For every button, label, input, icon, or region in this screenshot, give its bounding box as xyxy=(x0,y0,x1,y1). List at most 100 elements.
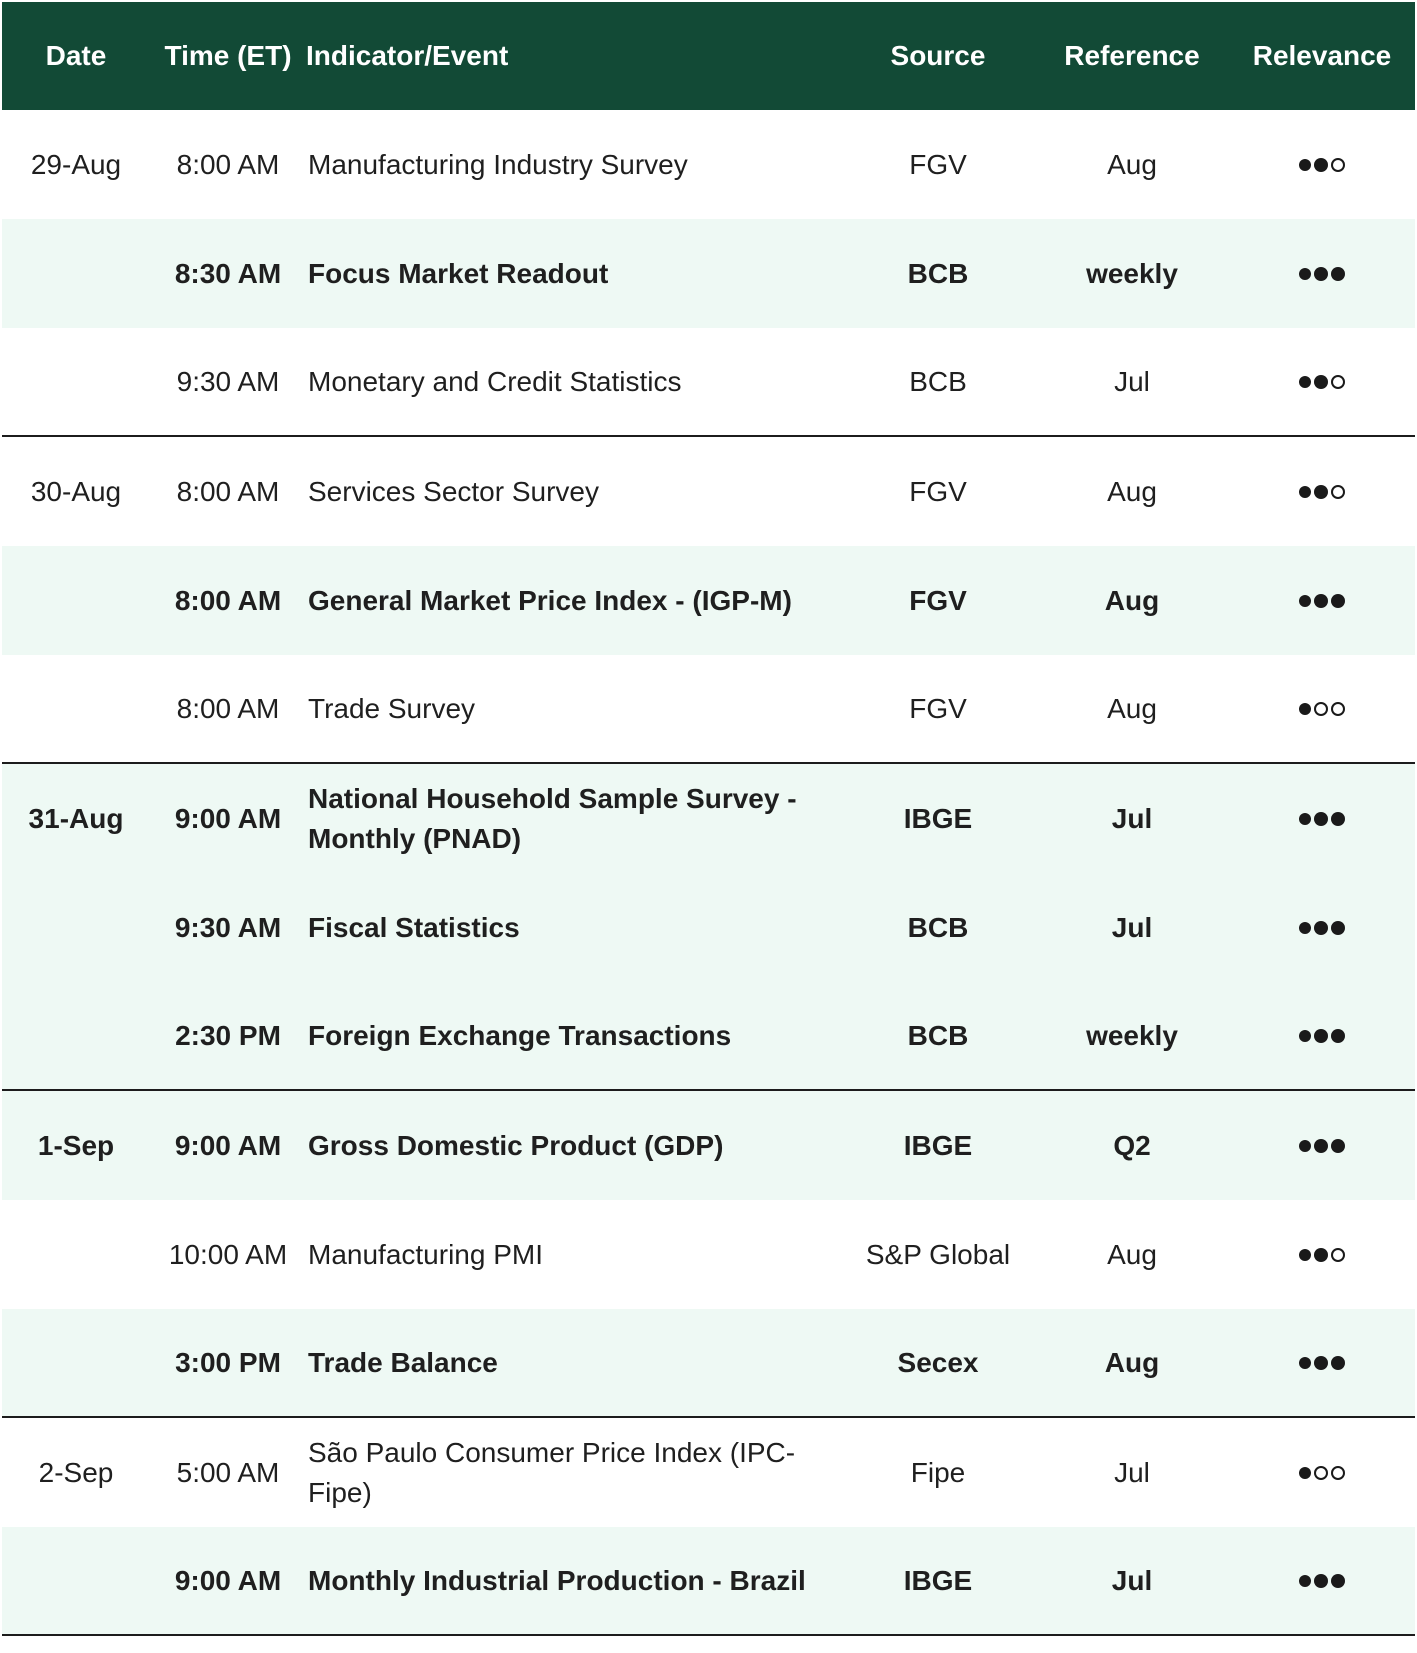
row-time-text: 9:30 AM xyxy=(174,911,282,943)
relevance-dot-empty-icon xyxy=(1331,374,1345,389)
row-event: Foreign Exchange Transactions xyxy=(306,982,841,1089)
row-date xyxy=(2,328,150,435)
row-time-text: 9:00 AM xyxy=(174,1564,282,1596)
row-time: 8:00 AM xyxy=(150,437,306,546)
row-source: Fipe xyxy=(841,1418,1035,1527)
table-row: 2:30 PM Foreign Exchange Transactions BCB w… xyxy=(2,982,1415,1091)
row-time-text: 3:00 PM xyxy=(175,1346,281,1378)
row-date-text: 1-Sep xyxy=(37,1129,115,1161)
row-event: Focus Market Readout xyxy=(306,219,841,328)
row-source-text: IBGE xyxy=(903,1129,973,1161)
row-source-text: BCB xyxy=(909,365,967,397)
row-date xyxy=(2,546,150,655)
row-event: Gross Domestic Product (GDP) xyxy=(306,1091,841,1200)
relevance-dot-filled-icon xyxy=(1299,594,1311,607)
row-source-text: S&P Global xyxy=(865,1238,1011,1270)
row-event: Monetary and Credit Statistics xyxy=(306,328,841,435)
relevance-dot-filled-icon xyxy=(1331,266,1345,281)
relevance-rating xyxy=(1229,982,1415,1089)
relevance-dot-filled-icon xyxy=(1299,812,1311,825)
table-row: 30-Aug 8:00 AM Services Sector Survey FGV Au… xyxy=(2,437,1415,546)
row-reference-text: weekly xyxy=(1086,1019,1178,1051)
row-event: Trade Balance xyxy=(306,1309,841,1416)
row-event: Services Sector Survey xyxy=(306,437,841,546)
economic-calendar-table: Date Time (ET) Indicator/Event Source Re… xyxy=(2,2,1415,1636)
row-reference: Jul xyxy=(1035,764,1229,873)
row-date: 31-Aug xyxy=(2,764,150,873)
row-source: FGV xyxy=(841,655,1035,762)
row-time: 8:30 AM xyxy=(150,219,306,328)
row-time: 9:00 AM xyxy=(150,1527,306,1634)
row-reference-text: Aug xyxy=(1107,692,1157,724)
row-event: São Paulo Consumer Price Index (IPC-Fipe… xyxy=(306,1418,841,1527)
row-date xyxy=(2,655,150,762)
table-header: Date Time (ET) Indicator/Event Source Re… xyxy=(2,2,1415,110)
row-source: FGV xyxy=(841,437,1035,546)
row-reference: Q2 xyxy=(1035,1091,1229,1200)
row-time-text: 9:00 AM xyxy=(174,1129,282,1161)
relevance-dot-filled-icon xyxy=(1299,1574,1311,1587)
relevance-dot-filled-icon xyxy=(1299,1029,1311,1042)
row-date: 29-Aug xyxy=(2,110,150,219)
row-time-text: 8:00 AM xyxy=(176,692,280,724)
row-time: 8:00 AM xyxy=(150,655,306,762)
row-time: 9:00 AM xyxy=(150,764,306,873)
row-source: Secex xyxy=(841,1309,1035,1416)
row-reference: Jul xyxy=(1035,1418,1229,1527)
row-event: Manufacturing Industry Survey xyxy=(306,110,841,219)
row-reference-text: Jul xyxy=(1114,365,1150,397)
relevance-dot-empty-icon xyxy=(1331,1247,1345,1262)
relevance-dot-filled-icon xyxy=(1299,1248,1311,1261)
row-time: 8:00 AM xyxy=(150,110,306,219)
row-reference-text: weekly xyxy=(1086,257,1178,289)
row-time-text: 2:30 PM xyxy=(175,1019,281,1051)
table-row: 8:00 AM General Market Price Index - (IGP… xyxy=(2,546,1415,655)
row-time: 9:00 AM xyxy=(150,1091,306,1200)
relevance-rating xyxy=(1229,328,1415,435)
row-time: 5:00 AM xyxy=(150,1418,306,1527)
row-reference-text: Aug xyxy=(1104,1346,1160,1378)
relevance-dot-filled-icon xyxy=(1299,375,1311,388)
relevance-rating xyxy=(1229,873,1415,982)
relevance-dot-filled-icon xyxy=(1314,1028,1328,1043)
header-date: Date xyxy=(45,40,107,71)
relevance-dot-empty-icon xyxy=(1331,484,1345,499)
relevance-dot-empty-icon xyxy=(1314,1465,1328,1480)
row-time-text: 8:00 AM xyxy=(174,584,282,616)
row-reference: weekly xyxy=(1035,219,1229,328)
row-time: 10:00 AM xyxy=(150,1200,306,1309)
row-date xyxy=(2,873,150,982)
row-time-text: 8:00 AM xyxy=(176,475,280,507)
relevance-dot-filled-icon xyxy=(1299,267,1311,280)
row-event-text: Trade Balance xyxy=(308,1346,498,1378)
row-reference: Aug xyxy=(1035,437,1229,546)
row-event-text: Focus Market Readout xyxy=(308,257,609,289)
relevance-rating xyxy=(1229,219,1415,328)
row-event: National Household Sample Survey - Month… xyxy=(306,764,841,873)
row-source: IBGE xyxy=(841,1091,1035,1200)
row-time-text: 9:30 AM xyxy=(176,365,280,397)
row-reference: Jul xyxy=(1035,873,1229,982)
row-time-text: 8:30 AM xyxy=(174,257,282,289)
relevance-dot-filled-icon xyxy=(1331,593,1345,608)
row-reference-text: Jul xyxy=(1111,911,1153,943)
table-row: 10:00 AM Manufacturing PMI S&P Global Aug xyxy=(2,1200,1415,1309)
row-reference: Aug xyxy=(1035,110,1229,219)
row-reference-text: Jul xyxy=(1114,1456,1150,1488)
relevance-dot-filled-icon xyxy=(1331,811,1345,826)
row-source-text: BCB xyxy=(907,257,969,289)
row-event-text: São Paulo Consumer Price Index (IPC-Fipe… xyxy=(308,1436,796,1508)
row-reference: Aug xyxy=(1035,655,1229,762)
row-date-text: 2-Sep xyxy=(38,1456,114,1488)
row-event-text: Manufacturing Industry Survey xyxy=(308,148,688,180)
table-row: 2-Sep 5:00 AM São Paulo Consumer Price Ind… xyxy=(2,1418,1415,1527)
row-event-text: Monetary and Credit Statistics xyxy=(308,365,682,397)
row-event-text: Fiscal Statistics xyxy=(308,911,520,943)
relevance-dot-filled-icon xyxy=(1314,1355,1328,1370)
row-time: 2:30 PM xyxy=(150,982,306,1089)
relevance-rating xyxy=(1229,1418,1415,1527)
relevance-dot-filled-icon xyxy=(1331,1028,1345,1043)
row-source: BCB xyxy=(841,219,1035,328)
row-source: BCB xyxy=(841,328,1035,435)
row-reference: Aug xyxy=(1035,1309,1229,1416)
